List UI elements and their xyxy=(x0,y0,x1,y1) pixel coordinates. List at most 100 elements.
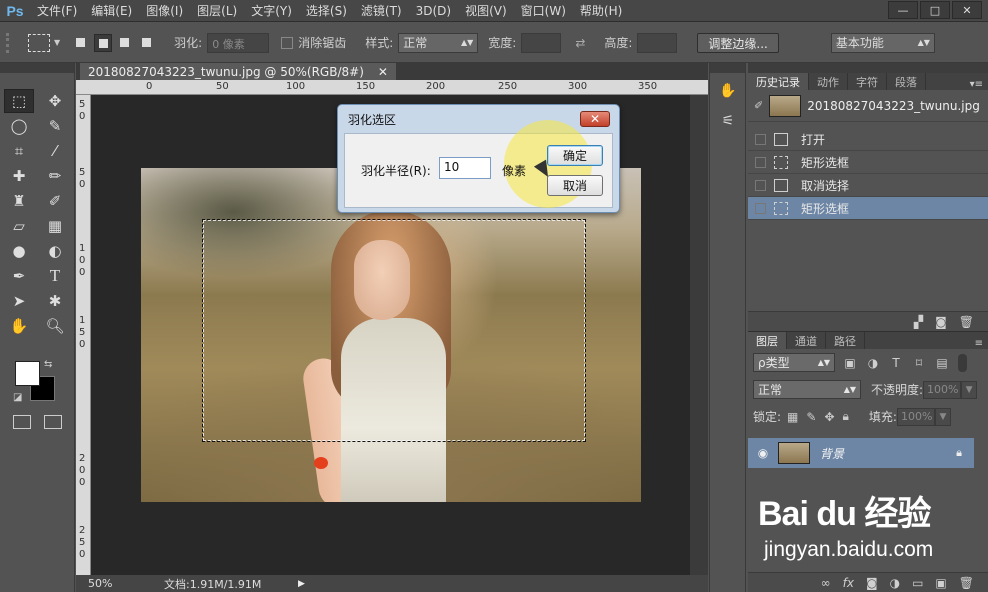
add-selection-icon[interactable] xyxy=(94,33,113,52)
lock-image-icon[interactable]: ✎ xyxy=(806,410,816,424)
cancel-button[interactable]: 取消 xyxy=(547,175,603,196)
crop-tool-icon[interactable]: ⌗ xyxy=(4,139,34,163)
swap-colors-icon[interactable]: ⇆ xyxy=(44,359,52,370)
layer-background[interactable]: ◉ 背景 🔒︎ xyxy=(748,438,974,468)
tab-history[interactable]: 历史记录 xyxy=(748,73,809,90)
history-snapshot[interactable]: ✐ 20180827043223_twunu.jpg xyxy=(748,90,988,122)
panel-menu-icon[interactable]: ▾≡ xyxy=(970,79,983,90)
layer-filter-select[interactable]: ρ类型 ▲▼ xyxy=(753,353,835,372)
restore-button[interactable]: □ xyxy=(920,1,950,19)
link-layers-icon[interactable]: ∞ xyxy=(821,576,831,590)
preset-dropdown-arrow-icon[interactable]: ▼ xyxy=(54,38,60,47)
menu-select[interactable]: 选择(S) xyxy=(299,0,354,22)
history-item[interactable]: 取消选择 xyxy=(748,174,988,197)
history-checkbox[interactable] xyxy=(755,156,766,168)
menu-view[interactable]: 视图(V) xyxy=(458,0,514,22)
move-tool-icon[interactable]: ✥ xyxy=(40,89,70,113)
tab-character[interactable]: 字符 xyxy=(848,73,887,90)
type-tool-icon[interactable]: T xyxy=(40,264,70,288)
delete-layer-icon[interactable]: 🗑︎ xyxy=(959,576,974,590)
filter-type-icon[interactable]: T xyxy=(888,355,904,371)
new-group-icon[interactable]: ▭ xyxy=(912,576,923,590)
tab-channels[interactable]: 通道 xyxy=(787,332,826,349)
trash-icon[interactable]: 🗑︎ xyxy=(959,315,974,329)
menu-filter[interactable]: 滤镜(T) xyxy=(354,0,409,22)
lock-transparent-icon[interactable]: ▦ xyxy=(787,410,798,424)
close-window-button[interactable]: ✕ xyxy=(952,1,982,19)
eraser-tool-icon[interactable]: ▱ xyxy=(4,214,34,238)
foreground-color-swatch[interactable] xyxy=(15,361,40,386)
menu-type[interactable]: 文字(Y) xyxy=(244,0,299,22)
style-select[interactable]: 正常 ▲▼ xyxy=(398,32,479,53)
history-checkbox[interactable] xyxy=(755,179,766,191)
menu-window[interactable]: 窗口(W) xyxy=(514,0,573,22)
subtract-selection-icon[interactable] xyxy=(116,34,134,52)
tab-paragraph[interactable]: 段落 xyxy=(887,73,926,90)
clone-stamp-tool-icon[interactable]: ♜ xyxy=(4,189,34,213)
hand-tool-icon[interactable]: ✋ xyxy=(4,314,34,338)
menu-layer[interactable]: 图层(L) xyxy=(190,0,244,22)
menu-3d[interactable]: 3D(D) xyxy=(409,0,458,22)
tab-paths[interactable]: 路径 xyxy=(826,332,865,349)
gradient-tool-icon[interactable]: ▦ xyxy=(40,214,70,238)
lock-position-icon[interactable]: ✥ xyxy=(824,410,834,424)
shape-tool-icon[interactable]: ✱ xyxy=(40,289,70,313)
new-document-from-state-icon[interactable]: ▞ xyxy=(914,315,923,329)
history-item[interactable]: 打开 xyxy=(748,128,988,151)
tab-actions[interactable]: 动作 xyxy=(809,73,848,90)
height-field[interactable] xyxy=(637,32,678,53)
screen-mode-icon[interactable] xyxy=(44,415,62,429)
rect-marquee-preset-icon[interactable] xyxy=(28,33,50,52)
history-checkbox[interactable] xyxy=(755,202,766,214)
history-brush-source-icon[interactable]: ✐ xyxy=(754,99,763,112)
intersect-selection-icon[interactable] xyxy=(138,34,156,52)
path-selection-tool-icon[interactable]: ➤ xyxy=(4,289,34,313)
fill-field[interactable]: 100% xyxy=(896,407,935,426)
zoom-level[interactable]: 50% xyxy=(88,577,158,590)
brush-preset-icon[interactable]: ✋ xyxy=(714,79,742,103)
swap-dimensions-icon[interactable]: ⇄ xyxy=(575,36,585,50)
panel-menu-icon[interactable]: ≡ xyxy=(975,338,983,349)
default-colors-icon[interactable]: ◪ xyxy=(13,392,22,403)
layer-style-icon[interactable]: fx xyxy=(843,576,854,590)
history-brush-tool-icon[interactable]: ✐ xyxy=(40,189,70,213)
workspace-select[interactable]: 基本功能 ▲▼ xyxy=(830,32,935,53)
lock-all-icon[interactable]: 🔒︎ xyxy=(843,409,849,424)
lasso-tool-icon[interactable]: ◯ xyxy=(4,114,34,138)
blur-tool-icon[interactable]: ● xyxy=(4,239,34,263)
vertical-scrollbar[interactable] xyxy=(690,95,708,575)
marquee-selection[interactable] xyxy=(202,219,586,442)
feather-field[interactable]: 0 像素 xyxy=(207,32,270,53)
healing-brush-tool-icon[interactable]: ✚ xyxy=(4,164,34,188)
minimize-button[interactable]: — xyxy=(888,1,918,19)
add-mask-icon[interactable]: ◙ xyxy=(866,576,878,590)
document-tab[interactable]: 20180827043223_twunu.jpg @ 50%(RGB/8#) ✕ xyxy=(80,63,396,80)
quick-selection-tool-icon[interactable]: ✎ xyxy=(40,114,70,138)
filter-toggle[interactable] xyxy=(958,353,967,372)
close-tab-icon[interactable]: ✕ xyxy=(378,65,388,79)
filter-adjustment-icon[interactable]: ◑ xyxy=(865,355,881,371)
quick-mask-icon[interactable] xyxy=(13,415,31,429)
new-layer-icon[interactable]: ▣ xyxy=(935,576,946,590)
filter-pixel-icon[interactable]: ▣ xyxy=(842,355,858,371)
feather-radius-input[interactable]: 10 xyxy=(439,157,491,179)
rect-marquee-tool-icon[interactable]: ⬚ xyxy=(4,89,34,113)
zoom-tool-icon[interactable]: 🔍︎ xyxy=(40,314,70,338)
width-field[interactable] xyxy=(521,32,562,53)
blend-mode-select[interactable]: 正常 ▲▼ xyxy=(753,380,861,399)
adjustment-layer-icon[interactable]: ◑ xyxy=(890,576,900,590)
menu-file[interactable]: 文件(F) xyxy=(30,0,84,22)
history-item[interactable]: 矩形选框 xyxy=(748,151,988,174)
camera-snapshot-icon[interactable]: ◙ xyxy=(935,315,947,329)
tab-layers[interactable]: 图层 xyxy=(748,332,787,349)
refine-edge-button[interactable]: 调整边缘... xyxy=(697,32,779,53)
menu-help[interactable]: 帮助(H) xyxy=(573,0,629,22)
filter-shape-icon[interactable]: ⌑ xyxy=(911,355,927,371)
filter-smart-object-icon[interactable]: ▤ xyxy=(934,355,950,371)
dialog-close-icon[interactable]: ✕ xyxy=(580,111,610,127)
eye-visibility-icon[interactable]: ◉ xyxy=(748,446,778,460)
history-checkbox[interactable] xyxy=(755,133,766,145)
history-item-active[interactable]: 矩形选框 xyxy=(748,197,988,220)
brush-tool-icon[interactable]: ✏ xyxy=(40,164,70,188)
ok-button[interactable]: 确定 xyxy=(547,145,603,166)
